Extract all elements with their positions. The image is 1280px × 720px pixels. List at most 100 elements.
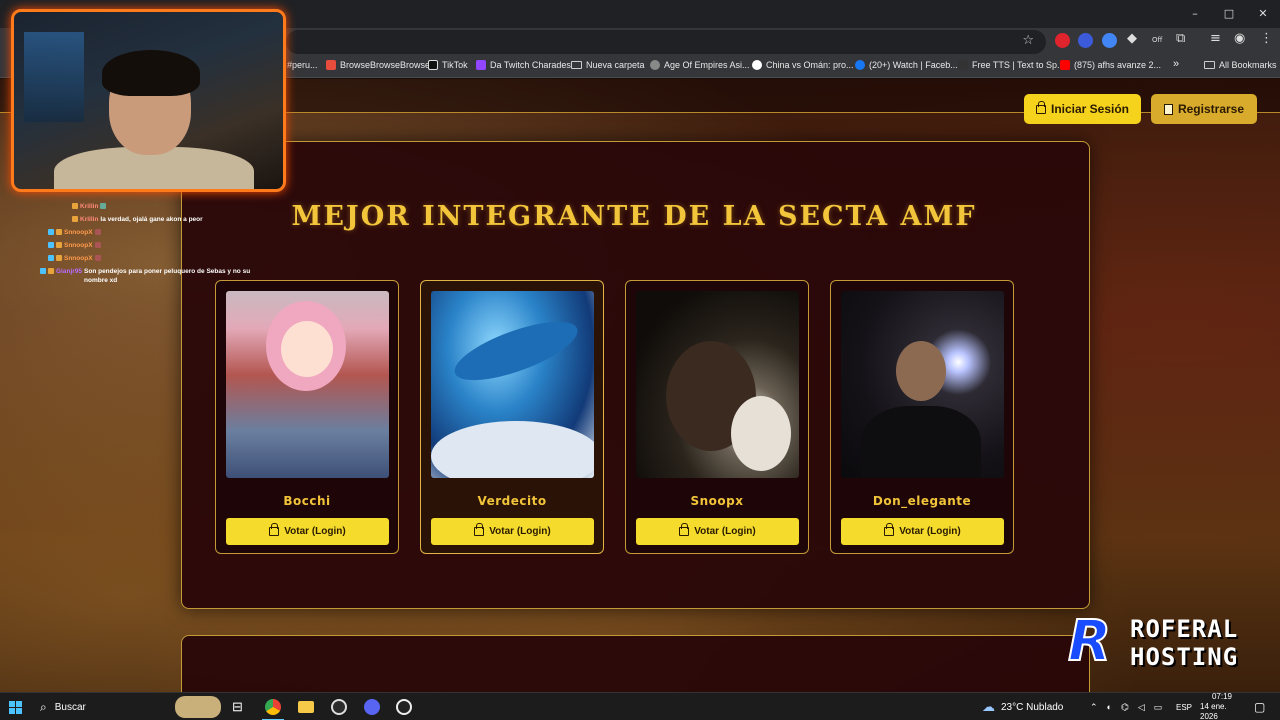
folder-icon <box>1204 61 1215 69</box>
badge-icon <box>56 229 62 235</box>
task-view-button[interactable]: ⊟ <box>232 693 243 720</box>
bookmark-item[interactable]: China vs Omán: pro... <box>752 60 854 70</box>
bookmark-item[interactable]: TikTok <box>428 60 468 70</box>
vote-button[interactable]: Votar (Login) <box>226 518 389 545</box>
close-button[interactable]: ✕ <box>1246 0 1280 28</box>
start-button[interactable] <box>9 693 22 720</box>
reading-list-icon[interactable]: ≡ <box>1210 31 1221 46</box>
streamer-webcam <box>11 9 286 192</box>
chat-username: Krillin <box>80 216 99 223</box>
candidate-card: Bocchi Votar (Login) <box>215 280 399 554</box>
obs-button[interactable] <box>331 693 347 720</box>
system-tray[interactable]: ⌃ ◐ ⌬ ◁ ▭ <box>1090 693 1162 720</box>
bookmark-item[interactable]: Free TTS | Text to Sp... <box>958 60 1065 70</box>
bookmark-label: Age Of Empires Asi... <box>664 60 750 70</box>
badge-icon <box>48 255 54 261</box>
search-icon: ⌕ <box>40 699 47 714</box>
bookmark-item[interactable]: (20+) Watch | Faceb... <box>855 60 958 70</box>
menu-kebab-icon[interactable]: ⋮ <box>1260 31 1273 46</box>
bookmark-item[interactable]: Nueva carpeta <box>571 60 645 70</box>
bookmark-item[interactable]: Age Of Empires Asi... <box>650 60 750 70</box>
candidate-card: Don_elegante Votar (Login) <box>830 280 1014 554</box>
cloud-icon: ☁ <box>982 699 995 714</box>
candidate-name: Bocchi <box>283 494 331 508</box>
chrome-taskbar-button[interactable] <box>265 693 281 720</box>
globe-icon <box>650 60 660 70</box>
vote-label: Votar (Login) <box>694 526 756 537</box>
extensions-puzzle-icon[interactable]: ⧉ <box>1176 31 1185 46</box>
vote-button[interactable]: Votar (Login) <box>636 518 799 545</box>
candidate-photo <box>636 291 799 478</box>
url-omnibox[interactable]: ☆ <box>286 30 1046 54</box>
play-icon <box>396 699 412 715</box>
chat-message: Gianjr95 Son pendejos para poner peluque… <box>40 267 270 285</box>
bookmark-item[interactable]: BrowseBrowseBrowse <box>326 60 430 70</box>
network-icon: ⌬ <box>1120 701 1129 712</box>
more-bookmarks-button[interactable]: » <box>1173 58 1179 70</box>
memo-icon <box>1163 103 1173 115</box>
candidate-photo <box>226 291 389 478</box>
maximize-button[interactable]: □ <box>1212 0 1246 28</box>
tiktok-icon <box>428 60 438 70</box>
file-explorer-button[interactable] <box>298 693 314 720</box>
chat-username: SnnoopX <box>64 229 93 236</box>
face-shape <box>281 321 333 377</box>
candidate-photo <box>431 291 594 478</box>
search-label: Buscar <box>54 701 86 713</box>
lock-icon <box>1035 100 1046 114</box>
windows-logo-icon <box>9 700 22 714</box>
candidate-name: Verdecito <box>477 494 547 508</box>
register-label: Registrarse <box>1177 102 1245 116</box>
battery-icon: ▭ <box>1153 701 1163 712</box>
logo-line1: ROFERAL <box>1130 615 1239 643</box>
bookmark-label: (20+) Watch | Faceb... <box>869 60 958 70</box>
chrome-icon <box>265 699 281 715</box>
chat-message: Krillin la verdad, ojalá gane akon a peo… <box>72 215 270 224</box>
extension-diamond-icon[interactable]: ◆ <box>1127 31 1137 46</box>
login-button[interactable]: Iniciar Sesión <box>1024 94 1141 124</box>
extension-chrome-icon[interactable] <box>1102 33 1117 48</box>
language-indicator[interactable]: ESP <box>1176 693 1192 720</box>
badge-icon <box>72 203 78 209</box>
notifications-button[interactable]: ▢ <box>1254 693 1265 720</box>
clock[interactable]: 07:19 14 ene. 2026 <box>1200 692 1244 720</box>
vote-button[interactable]: Votar (Login) <box>431 518 594 545</box>
chat-message: SnnoopX <box>48 228 270 237</box>
tray-chevron-icon: ⌃ <box>1090 701 1098 712</box>
vote-button[interactable]: Votar (Login) <box>841 518 1004 545</box>
taskbar-search[interactable]: ⌕ Buscar <box>40 693 86 720</box>
media-player-button[interactable] <box>396 693 412 720</box>
candidate-name: Don_elegante <box>872 494 972 508</box>
weather-widget[interactable]: ☁ 23°C Nublado <box>982 693 1063 720</box>
discord-button[interactable] <box>364 693 380 720</box>
dragon-shape <box>448 309 584 393</box>
suit-shape <box>861 406 981 478</box>
task-view-icon: ⊟ <box>232 699 243 714</box>
candidate-card: Snoopx Votar (Login) <box>625 280 809 554</box>
chat-username: Gianjr95 <box>56 268 83 275</box>
emote-icon <box>100 203 107 209</box>
extension-red-icon[interactable] <box>1055 33 1070 48</box>
candidate-name: Snoopx <box>690 494 744 508</box>
bookmark-favicon-icon <box>326 60 336 70</box>
stream-chat: Krillin Krillin la verdad, ojalá gane ak… <box>40 202 270 289</box>
emote-icon <box>94 255 101 261</box>
lock-icon <box>474 523 485 536</box>
bookmark-item[interactable]: Da Twitch Charades <box>476 60 571 70</box>
extension-off-icon[interactable]: Off <box>1152 36 1162 44</box>
lock-icon <box>679 523 690 536</box>
candidate-card: Verdecito Votar (Login) <box>420 280 604 554</box>
extension-blue-icon[interactable] <box>1078 33 1093 48</box>
vote-label: Votar (Login) <box>489 526 551 537</box>
bookmark-item[interactable]: #peru... <box>287 60 318 70</box>
minimize-button[interactable]: – <box>1178 0 1212 28</box>
all-bookmarks-button[interactable]: All Bookmarks <box>1204 60 1277 70</box>
register-button[interactable]: Registrarse <box>1151 94 1257 124</box>
bookmark-star-icon[interactable]: ☆ <box>1022 33 1034 48</box>
search-highlight-image[interactable] <box>175 693 221 720</box>
streamer-hair <box>102 50 200 96</box>
chat-username: Krillin <box>80 203 99 210</box>
profile-avatar-icon[interactable]: ◉ <box>1234 31 1245 46</box>
discord-icon <box>364 699 380 715</box>
bookmark-item[interactable]: (875) afhs avanze 2... <box>1060 60 1161 70</box>
